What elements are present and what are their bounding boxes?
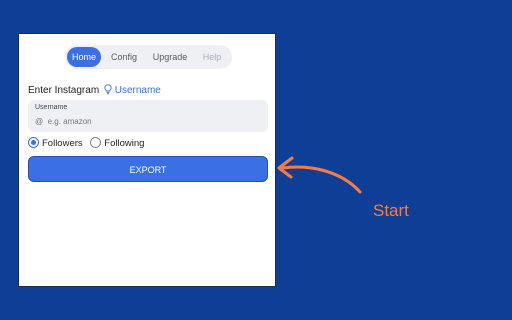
lightbulb-icon bbox=[104, 84, 112, 95]
mode-options: Followers Following bbox=[28, 137, 144, 149]
followers-label: Followers bbox=[42, 138, 83, 149]
following-option[interactable]: Following bbox=[90, 137, 144, 149]
export-button[interactable]: EXPORT bbox=[28, 156, 268, 182]
followers-radio[interactable] bbox=[28, 137, 39, 148]
following-label: Following bbox=[104, 138, 145, 149]
followers-option[interactable]: Followers bbox=[28, 137, 83, 149]
arrow-icon bbox=[277, 156, 362, 194]
extension-panel: Home Config Upgrade Help Enter Instagram… bbox=[18, 33, 276, 287]
username-link[interactable]: Username bbox=[115, 85, 161, 96]
start-callout: Start bbox=[373, 201, 409, 220]
username-prompt: Enter Instagram Username bbox=[28, 84, 161, 96]
following-radio[interactable] bbox=[90, 137, 102, 148]
tab-home[interactable]: Home bbox=[67, 47, 101, 67]
username-field-label: Username bbox=[35, 104, 68, 111]
tab-config[interactable]: Config bbox=[105, 47, 143, 67]
tab-help[interactable]: Help bbox=[196, 47, 228, 67]
prompt-text: Enter Instagram bbox=[28, 85, 100, 96]
username-field[interactable]: Username bbox=[28, 100, 268, 132]
username-input[interactable] bbox=[35, 115, 261, 128]
tab-upgrade[interactable]: Upgrade bbox=[148, 47, 192, 67]
tab-bar: Home Config Upgrade Help bbox=[65, 45, 232, 69]
